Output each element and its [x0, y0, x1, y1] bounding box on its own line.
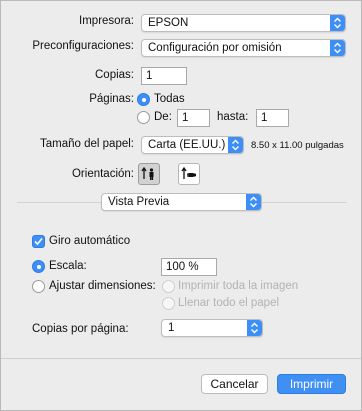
- fit-label: Ajustar dimensiones:: [49, 280, 156, 292]
- pages-label: Páginas:: [89, 93, 134, 105]
- print-button[interactable]: Imprimir: [277, 374, 346, 394]
- paper-size-label: Tamaño del papel:: [40, 138, 134, 150]
- copies-input[interactable]: 1: [141, 67, 187, 85]
- copies-per-page-value: 1: [168, 322, 175, 334]
- landscape-orientation-icon: [181, 166, 197, 179]
- print-entire-image-radio[interactable]: [162, 280, 175, 293]
- copies-per-page-label: Copias por página:: [32, 323, 129, 335]
- up-down-chevron-icon: [247, 320, 262, 336]
- print-entire-image-label: Imprimir toda la imagen: [178, 280, 299, 292]
- presets-label: Preconfiguraciones:: [32, 40, 134, 52]
- copies-per-page-popup[interactable]: 1: [161, 319, 263, 337]
- fill-paper-radio[interactable]: [162, 297, 175, 310]
- pages-range-radio[interactable]: [137, 111, 150, 124]
- presets-popup[interactable]: Configuración por omisión: [141, 39, 346, 57]
- footer-divider: [1, 358, 361, 359]
- up-down-chevron-icon: [246, 194, 261, 210]
- pages-from-input[interactable]: 1: [177, 109, 210, 127]
- orientation-portrait-button[interactable]: [138, 163, 160, 185]
- paper-size-popup[interactable]: Carta (EE.UU.): [141, 136, 244, 154]
- fit-radio[interactable]: [32, 280, 45, 293]
- section-value: Vista Previa: [108, 196, 170, 208]
- pages-to-label: hasta:: [217, 111, 249, 123]
- printer-value: EPSON: [148, 17, 189, 29]
- orientation-label: Orientación:: [71, 168, 134, 180]
- pages-all-radio[interactable]: [137, 93, 150, 106]
- up-down-chevron-icon: [330, 15, 345, 31]
- pages-to-input[interactable]: 1: [256, 109, 289, 127]
- section-popup[interactable]: Vista Previa: [101, 193, 262, 211]
- pages-from-label: De:: [154, 111, 172, 123]
- pages-all-label: Todas: [154, 93, 185, 105]
- auto-rotate-checkbox[interactable]: [32, 235, 45, 248]
- orientation-landscape-button[interactable]: [178, 163, 200, 185]
- up-down-chevron-icon: [228, 137, 243, 153]
- up-down-chevron-icon: [330, 40, 345, 56]
- scale-input[interactable]: 100 %: [161, 258, 217, 276]
- printer-popup[interactable]: EPSON: [141, 14, 346, 32]
- printer-label: Impresora:: [79, 15, 134, 27]
- cancel-button[interactable]: Cancelar: [201, 374, 268, 394]
- presets-value: Configuración por omisión: [148, 42, 282, 54]
- auto-rotate-label: Giro automático: [49, 235, 131, 247]
- portrait-orientation-icon: [141, 166, 154, 180]
- paper-dimensions: 8.50 x 11.00 pulgadas: [251, 140, 344, 151]
- copies-label: Copias:: [95, 69, 134, 81]
- scale-label: Escala:: [49, 260, 87, 272]
- paper-size-value: Carta (EE.UU.): [148, 139, 226, 151]
- fill-paper-label: Llenar todo el papel: [178, 297, 280, 309]
- scale-radio[interactable]: [32, 260, 45, 273]
- print-dialog: Impresora: EPSON Preconfiguraciones: Con…: [0, 0, 362, 411]
- checkmark-icon: [34, 237, 43, 246]
